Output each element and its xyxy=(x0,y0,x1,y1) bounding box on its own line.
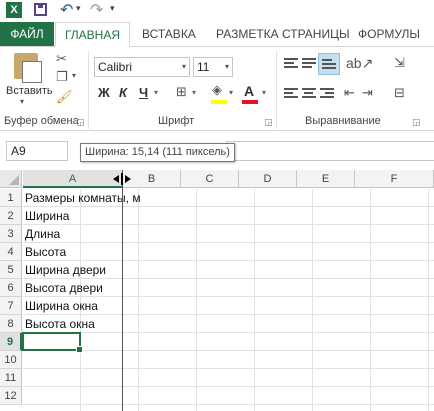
quick-access-toolbar: X ↶ ▾ ↷ ▾ xyxy=(0,0,434,20)
column-header-b[interactable]: B xyxy=(123,170,181,188)
row-header[interactable]: 1 xyxy=(0,189,22,207)
font-group-label: Шрифт xyxy=(158,115,195,127)
column-resize-guide xyxy=(122,170,123,411)
column-width-tooltip: Ширина: 15,14 (111 пиксель) xyxy=(80,143,235,162)
column-header-f[interactable]: F xyxy=(355,170,434,188)
font-color-icon[interactable]: A xyxy=(244,83,254,99)
row-header[interactable]: 10 xyxy=(0,351,22,369)
tab-home[interactable]: ГЛАВНАЯ xyxy=(55,22,130,47)
excel-logo-icon: X xyxy=(6,2,22,18)
alignment-group-label: Выравнивание xyxy=(305,115,381,127)
spreadsheet-grid[interactable]: A B C D E F 1 2 3 4 5 6 7 8 9 10 11 12 Р… xyxy=(0,170,434,411)
cut-icon[interactable]: ✂ xyxy=(56,51,67,67)
border-dropdown-icon[interactable]: ▾ xyxy=(192,88,196,97)
align-right-icon[interactable] xyxy=(320,88,334,100)
font-color-bar xyxy=(242,100,258,104)
italic-button[interactable]: К xyxy=(119,85,127,100)
paste-dropdown-icon[interactable]: ▾ xyxy=(20,97,24,106)
ribbon: Вставить ▾ ✂ ❐ ▾ 🖌 Буфер обмена ◲ Calibr… xyxy=(0,46,434,131)
name-box[interactable]: A9 xyxy=(6,141,68,161)
font-size-select[interactable]: 11 ▾ xyxy=(193,57,233,77)
column-resize-icon[interactable] xyxy=(113,173,131,185)
chevron-down-icon: ▾ xyxy=(181,62,186,71)
chevron-down-icon: ▾ xyxy=(224,62,229,71)
align-middle-icon[interactable] xyxy=(302,58,316,70)
cell-a6[interactable]: Высота двери xyxy=(25,279,103,297)
redo-icon[interactable]: ↷ xyxy=(90,0,103,20)
cell-a3[interactable]: Длина xyxy=(25,225,60,243)
border-icon[interactable]: ⊞ xyxy=(176,84,187,100)
column-header-d[interactable]: D xyxy=(239,170,297,188)
paste-icon[interactable] xyxy=(14,53,42,83)
row-header[interactable]: 11 xyxy=(0,369,22,387)
orientation-icon[interactable]: ab↗ xyxy=(346,55,373,72)
tab-page-layout[interactable]: РАЗМЕТКА СТРАНИЦЫ xyxy=(216,22,350,46)
row-header[interactable]: 3 xyxy=(0,225,22,243)
paste-button-label[interactable]: Вставить xyxy=(6,85,53,97)
group-divider xyxy=(276,51,277,129)
tab-insert[interactable]: ВСТАВКА xyxy=(142,22,196,46)
column-header-a[interactable]: A xyxy=(23,170,123,188)
align-left-icon[interactable] xyxy=(284,88,298,100)
row-header[interactable]: 9 xyxy=(0,333,22,351)
align-bottom-icon xyxy=(322,59,336,71)
customize-qat-icon[interactable]: ▾ xyxy=(110,3,115,14)
wrap-text-icon[interactable]: ⇲ xyxy=(394,55,405,71)
row-header[interactable]: 4 xyxy=(0,243,22,261)
clipboard-launcher-icon[interactable]: ◲ xyxy=(76,117,85,128)
underline-dropdown-icon[interactable]: ▾ xyxy=(154,88,158,97)
row-header[interactable]: 8 xyxy=(0,315,22,333)
font-name-value: Calibri xyxy=(98,60,133,74)
ribbon-tabs: ФАЙЛ ГЛАВНАЯ ВСТАВКА РАЗМЕТКА СТРАНИЦЫ Ф… xyxy=(0,22,434,47)
copy-dropdown-icon[interactable]: ▾ xyxy=(72,71,76,80)
column-header-e[interactable]: E xyxy=(297,170,355,188)
cell-a5[interactable]: Ширина двери xyxy=(25,261,106,279)
row-header[interactable]: 12 xyxy=(0,387,22,405)
cell-a4[interactable]: Высота xyxy=(25,243,66,261)
active-cell-a9[interactable] xyxy=(22,332,83,353)
underline-button[interactable]: Ч xyxy=(139,85,148,100)
font-color-dropdown-icon[interactable]: ▾ xyxy=(262,88,266,97)
select-all-button[interactable] xyxy=(0,170,22,188)
undo-dropdown-icon[interactable]: ▾ xyxy=(76,3,81,14)
fill-color-bar xyxy=(211,100,227,104)
cell-a8[interactable]: Высота окна xyxy=(25,315,95,333)
tab-file[interactable]: ФАЙЛ xyxy=(0,22,54,46)
row-header[interactable]: 7 xyxy=(0,297,22,315)
row-header[interactable]: 5 xyxy=(0,261,22,279)
clipboard-group-label: Буфер обмена xyxy=(4,115,79,127)
column-header-c[interactable]: C xyxy=(181,170,239,188)
align-top-icon[interactable] xyxy=(284,58,298,70)
copy-icon[interactable]: ❐ xyxy=(56,69,68,85)
row-header[interactable]: 6 xyxy=(0,279,22,297)
tab-formulas[interactable]: ФОРМУЛЫ xyxy=(358,22,420,46)
fill-dropdown-icon[interactable]: ▾ xyxy=(229,88,233,97)
bold-button[interactable]: Ж xyxy=(98,85,110,100)
cell-a1[interactable]: Размеры комнаты, м xyxy=(25,189,141,207)
cell-a2[interactable]: Ширина xyxy=(25,207,69,225)
align-center-icon[interactable] xyxy=(302,88,316,100)
alignment-launcher-icon[interactable]: ◲ xyxy=(412,117,421,128)
formula-input[interactable] xyxy=(226,141,434,161)
decrease-indent-icon[interactable]: ⇤ xyxy=(344,85,355,101)
font-launcher-icon[interactable]: ◲ xyxy=(264,117,273,128)
row-header[interactable]: 2 xyxy=(0,207,22,225)
undo-icon[interactable]: ↶ xyxy=(60,0,73,20)
increase-indent-icon[interactable]: ⇥ xyxy=(362,85,373,101)
font-size-value: 11 xyxy=(197,60,210,74)
merge-icon[interactable]: ⊟ xyxy=(394,85,405,101)
format-painter-icon[interactable]: 🖌 xyxy=(56,89,73,105)
cell-a7[interactable]: Ширина окна xyxy=(25,297,98,315)
font-name-select[interactable]: Calibri ▾ xyxy=(94,57,190,77)
fill-color-icon[interactable]: ◈ xyxy=(212,82,222,98)
group-divider xyxy=(88,51,89,129)
save-icon[interactable] xyxy=(34,3,47,16)
